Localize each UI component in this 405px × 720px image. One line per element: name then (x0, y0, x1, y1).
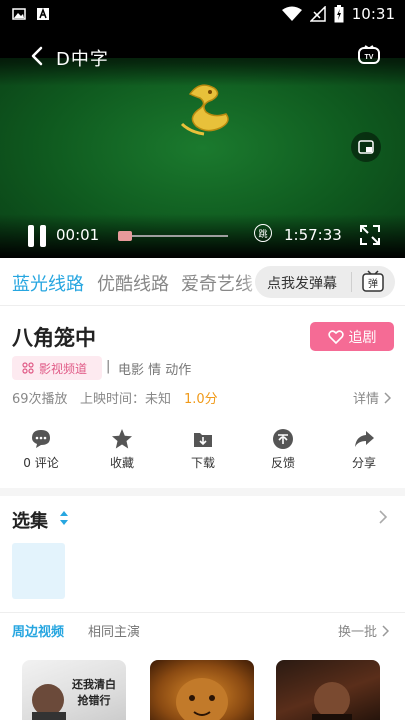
star-icon (112, 429, 132, 449)
thumbnail-image: 还我清白 抢错行 (32, 677, 116, 720)
tv-cast-icon[interactable]: TV (357, 44, 381, 68)
danmu-divider (351, 272, 352, 292)
favorite-label: 收藏 (109, 456, 134, 470)
video-player[interactable]: D中字 TV 00:01 跳 1:57:33 (0, 28, 405, 258)
release-date: 上映时间：未知 (80, 392, 172, 407)
current-time: 00:01 (56, 226, 100, 244)
danmu-toggle-icon[interactable]: 弹 (361, 270, 385, 294)
player-top-bar: D中字 TV (0, 28, 405, 86)
wifi-icon (281, 6, 302, 21)
tab-same-actor[interactable]: 相同主演 (88, 621, 140, 640)
genre-tags: 电影 情 动作 (118, 363, 192, 378)
download-label: 下载 (190, 456, 215, 470)
feedback-label: 反馈 (270, 456, 295, 470)
score: 1.0分 (184, 392, 218, 407)
app-screen: 10:31 D中字 TV 00:01 跳 1:57:33 蓝光线路 优酷线路 爱… (0, 0, 405, 720)
pip-button[interactable] (351, 132, 381, 162)
tab-line-bluray[interactable]: 蓝光线路 (12, 270, 84, 296)
divider (0, 612, 405, 613)
skip-button[interactable]: 跳 (254, 224, 272, 242)
no-signal-icon (309, 6, 326, 22)
follow-button[interactable]: 追剧 (310, 322, 394, 351)
share-icon (355, 431, 374, 447)
svg-text:抢错行: 抢错行 (78, 693, 111, 707)
related-video-thumbnail[interactable] (150, 660, 254, 720)
favorite-button[interactable]: 收藏 (92, 428, 152, 471)
episode-tile[interactable] (12, 543, 65, 599)
progress-bar[interactable] (132, 235, 228, 237)
danmu-input-button[interactable]: 点我发弹幕 弹 (255, 266, 395, 298)
download-icon (194, 433, 212, 447)
status-bar: 10:31 (0, 0, 405, 28)
detail-link[interactable]: 详情 (353, 388, 391, 407)
tab-line-youku[interactable]: 优酷线路 (97, 270, 169, 296)
channel-label: 影视频道 (39, 361, 88, 376)
svg-text:还我清白: 还我清白 (71, 677, 116, 691)
comment-button[interactable]: 0 评论 (11, 428, 71, 471)
action-row: 0 评论 收藏 下载 反馈 分享 (0, 420, 405, 480)
line-selector: 蓝光线路 优酷线路 爱奇艺线 点我发弹幕 弹 (0, 258, 405, 306)
play-count: 69次播放 (12, 392, 68, 407)
chevron-right-icon (384, 391, 391, 404)
refresh-button[interactable]: 换一批 (338, 621, 389, 640)
follow-label: 追剧 (348, 329, 377, 346)
image-notification-icon (12, 8, 26, 20)
quality-badge-icon[interactable] (118, 231, 132, 241)
chevron-right-icon[interactable] (377, 510, 389, 524)
comment-label: 0 评论 (23, 456, 59, 470)
svg-text:弹: 弹 (368, 277, 378, 290)
tab-nearby-videos[interactable]: 周边视频 (12, 621, 64, 640)
total-time: 1:57:33 (284, 226, 342, 244)
related-video-thumbnail[interactable]: 还我清白 抢错行 (22, 660, 126, 720)
picture-in-picture-icon (358, 140, 374, 154)
fullscreen-icon[interactable] (359, 224, 381, 246)
refresh-label: 换一批 (337, 625, 377, 640)
video-title: D中字 (56, 49, 109, 70)
thumbnail-image (312, 682, 352, 720)
heart-icon (327, 329, 344, 344)
text-notification-icon (37, 7, 49, 20)
back-icon[interactable] (26, 44, 50, 68)
download-button[interactable]: 下载 (173, 428, 233, 471)
clock: 10:31 (351, 5, 395, 23)
tag-separator: | (106, 359, 111, 374)
channel-badge[interactable]: 影视频道 (12, 356, 102, 380)
share-label: 分享 (351, 456, 376, 470)
player-controls: 00:01 跳 1:57:33 (0, 214, 405, 258)
detail-label: 详情 (352, 392, 379, 407)
episodes-title: 选集 (12, 511, 48, 532)
sort-icon[interactable] (58, 509, 70, 527)
related-video-thumbnail[interactable] (276, 660, 380, 720)
chevron-right-icon (382, 624, 389, 637)
thumbnail-image (176, 678, 228, 720)
share-button[interactable]: 分享 (334, 428, 394, 471)
section-divider (0, 488, 405, 496)
tab-line-iqiyi[interactable]: 爱奇艺线 (181, 270, 253, 296)
svg-text:TV: TV (365, 54, 374, 61)
divider (0, 305, 405, 306)
feedback-icon (273, 429, 293, 449)
page-title: 八角笼中 (12, 326, 96, 350)
grid-icon (22, 362, 34, 374)
comment-icon (32, 430, 50, 448)
pause-icon[interactable] (26, 224, 48, 248)
danmu-placeholder: 点我发弹幕 (267, 276, 337, 292)
battery-charging-icon (334, 5, 344, 23)
feedback-button[interactable]: 反馈 (253, 428, 313, 471)
